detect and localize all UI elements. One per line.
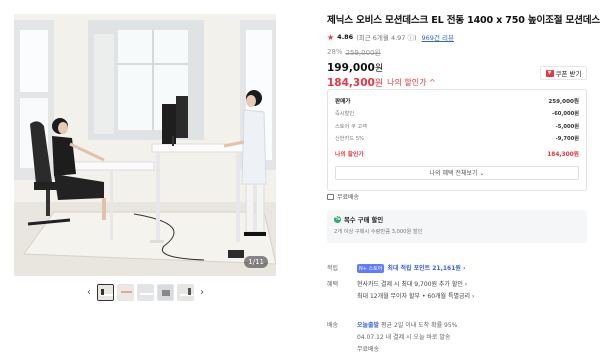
office-desk-photo — [14, 14, 276, 276]
price-row-label: 판매가 — [335, 99, 351, 106]
truck-icon — [327, 193, 334, 200]
discount-percent: 28% — [327, 48, 343, 56]
shipping-label: 무료배송 — [337, 194, 360, 201]
price-breakdown: 판매가 259,000원 즉시할인 -60,000원 스토어 쿠 고객 -5,000원… — [327, 89, 587, 191]
discount-icon: % — [334, 216, 341, 223]
image-page-indicator: 1/11 — [244, 256, 268, 268]
original-price: 259,000원 — [345, 49, 381, 57]
review-count-link[interactable]: 969건 리뷰 — [422, 32, 454, 42]
rating-recent: (최근 6개월 4.97 ⓘ) — [356, 34, 417, 42]
bulk-title: 복수 구매 할인 — [344, 217, 384, 224]
product-title: 제닉스 오비스 모션데스크 EL 전동 1400 x 750 높이조절 모션데스… — [327, 15, 600, 26]
benefit-line-1[interactable]: 현사카드 결제 시 최대 9,700원 추가 할인 › — [357, 279, 474, 288]
thumb-prev-icon[interactable]: ‹ — [84, 287, 94, 298]
my-sale-value: 184,300 — [327, 76, 375, 89]
thumbnail-3[interactable] — [137, 284, 154, 301]
rating-row: ★ 4.86 (최근 6개월 4.97 ⓘ) 969건 리뷰 — [327, 32, 587, 43]
price-row: 스토어 쿠 고객 -5,000원 — [335, 120, 579, 133]
coupon-icon: ▼ — [545, 69, 554, 77]
delivery-line-2: 04.07.12 내 결제 시 오늘 바로 발송 — [357, 334, 451, 341]
store-badge: N+ 스토어 — [357, 264, 385, 273]
benefit-row: 혜택 현사카드 결제 시 최대 9,700원 추가 할인 › 최대 12개월 무… — [327, 279, 474, 300]
product-main-image[interactable]: 1/11 — [14, 14, 276, 276]
benefit-key: 혜택 — [327, 281, 339, 288]
my-sale-row-label: 나의 할인가 — [335, 151, 364, 158]
thumbnail-5[interactable] — [177, 284, 194, 301]
thumbnail-2[interactable] — [117, 284, 134, 301]
bulk-desc: 2개 이상 구매시 수량만큼 3,000원 할인 — [334, 229, 423, 235]
price-row: 판매가 259,000원 — [335, 95, 579, 108]
price-row-value: 259,000원 — [548, 99, 579, 106]
points-key: 적립 — [327, 265, 339, 272]
price-row-label: 스토어 쿠 고객 — [335, 123, 367, 130]
my-sale-label: 나의 할인가 ^ — [387, 78, 436, 87]
my-sale-row: 나의 할인가 184,300원 — [335, 147, 579, 160]
price-row-value: -9,700원 — [555, 136, 579, 143]
discount-row: 28% 259,000원 — [327, 48, 587, 58]
my-sale-unit: 원 — [374, 79, 384, 89]
benefit-line-2[interactable]: 최대 12개월 무이자 할부 • 60개월 특별금리 › — [357, 291, 474, 300]
rating-score: 4.86 — [337, 33, 354, 41]
view-all-benefits-button[interactable]: 나의 혜택 전체보기 ⌄ — [335, 165, 579, 180]
delivery-row: 배송 오늘출발 평균 2일 이내 도착 확률 95% 04.07.12 내 결제… — [327, 320, 457, 353]
thumbnail-strip: ‹ › — [84, 284, 207, 301]
thumbnail-4[interactable] — [157, 284, 174, 301]
price-row: 즉시할인 -60,000원 — [335, 108, 579, 121]
coupon-label: 쿠폰 받기 — [555, 70, 582, 78]
points-link[interactable]: 최대 적립 포인트 21,161원 › — [387, 265, 465, 272]
thumbnail-1[interactable] — [97, 284, 114, 301]
price-row: 신한카드 5% -9,700원 — [335, 133, 579, 146]
star-icon: ★ — [327, 32, 335, 42]
price-row-label: 신한카드 5% — [335, 136, 364, 143]
delivery-key: 배송 — [327, 322, 339, 329]
price-row-value: -60,000원 — [552, 111, 579, 118]
thumb-next-icon[interactable]: › — [197, 287, 207, 298]
sale-price-unit: 원 — [374, 64, 384, 74]
points-row: 적립 N+ 스토어 최대 적립 포인트 21,161원 › — [327, 263, 465, 273]
price-row-value: -5,000원 — [555, 123, 579, 130]
coupon-button[interactable]: ▼ 쿠폰 받기 — [540, 66, 587, 80]
today-dispatch-label: 오늘출발 — [357, 322, 380, 329]
shipping-info: 무료배송 — [327, 192, 359, 201]
price-row-label: 즉시할인 — [335, 111, 355, 118]
my-sale-row-value: 184,300원 — [547, 151, 579, 158]
delivery-line-1: 평균 2일 이내 도착 확률 95% — [381, 322, 458, 329]
sale-price-value: 199,000 — [327, 62, 375, 74]
delivery-line-3: 무료배송 — [357, 346, 380, 353]
bulk-discount-box: % 복수 구매 할인 2개 이상 구매시 수량만큼 3,000원 할인 — [327, 210, 587, 243]
